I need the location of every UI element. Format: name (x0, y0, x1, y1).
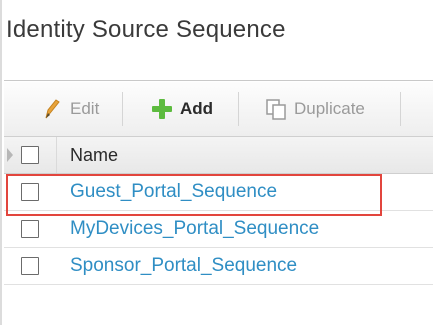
add-button-label: Add (180, 99, 214, 118)
table-row[interactable]: Sponsor_Portal_Sequence (4, 248, 433, 285)
table-header-row: Name (4, 137, 433, 174)
duplicate-button[interactable]: Duplicate (264, 96, 365, 122)
sequence-name-link[interactable]: Sponsor_Portal_Sequence (70, 255, 297, 277)
row-indicator-arrow-icon (7, 148, 13, 162)
duplicate-button-label: Duplicate (294, 99, 365, 118)
row-checkbox[interactable] (21, 220, 39, 238)
row-checkbox[interactable] (21, 257, 39, 275)
edit-button-label: Edit (70, 99, 100, 118)
plus-icon (152, 99, 172, 119)
table-row[interactable]: Guest_Portal_Sequence (4, 174, 433, 216)
page-title: Identity Source Sequence (6, 16, 286, 43)
toolbar-separator (238, 92, 239, 126)
pencil-icon (45, 99, 60, 119)
sequence-list-panel: Edit Add Duplicate Name Guest_Portal_Seq… (4, 80, 433, 326)
add-button[interactable]: Add (150, 96, 213, 122)
toolbar-separator (122, 92, 123, 126)
sequence-table: Name Guest_Portal_Sequence MyDevices_Por… (4, 137, 433, 285)
table-row[interactable]: MyDevices_Portal_Sequence (4, 211, 433, 248)
row-checkbox[interactable] (21, 183, 39, 201)
sequence-name-link[interactable]: MyDevices_Portal_Sequence (70, 218, 319, 240)
column-divider (56, 137, 57, 173)
toolbar: Edit Add Duplicate (4, 82, 433, 137)
sequence-name-link[interactable]: Guest_Portal_Sequence (70, 181, 277, 203)
toolbar-separator (400, 92, 401, 126)
window-frame: Identity Source Sequence Edit Add Duplic… (0, 0, 433, 325)
column-header-name[interactable]: Name (70, 145, 118, 166)
duplicate-icon (266, 99, 286, 120)
select-all-checkbox[interactable] (21, 146, 39, 164)
edit-button[interactable]: Edit (40, 96, 99, 122)
